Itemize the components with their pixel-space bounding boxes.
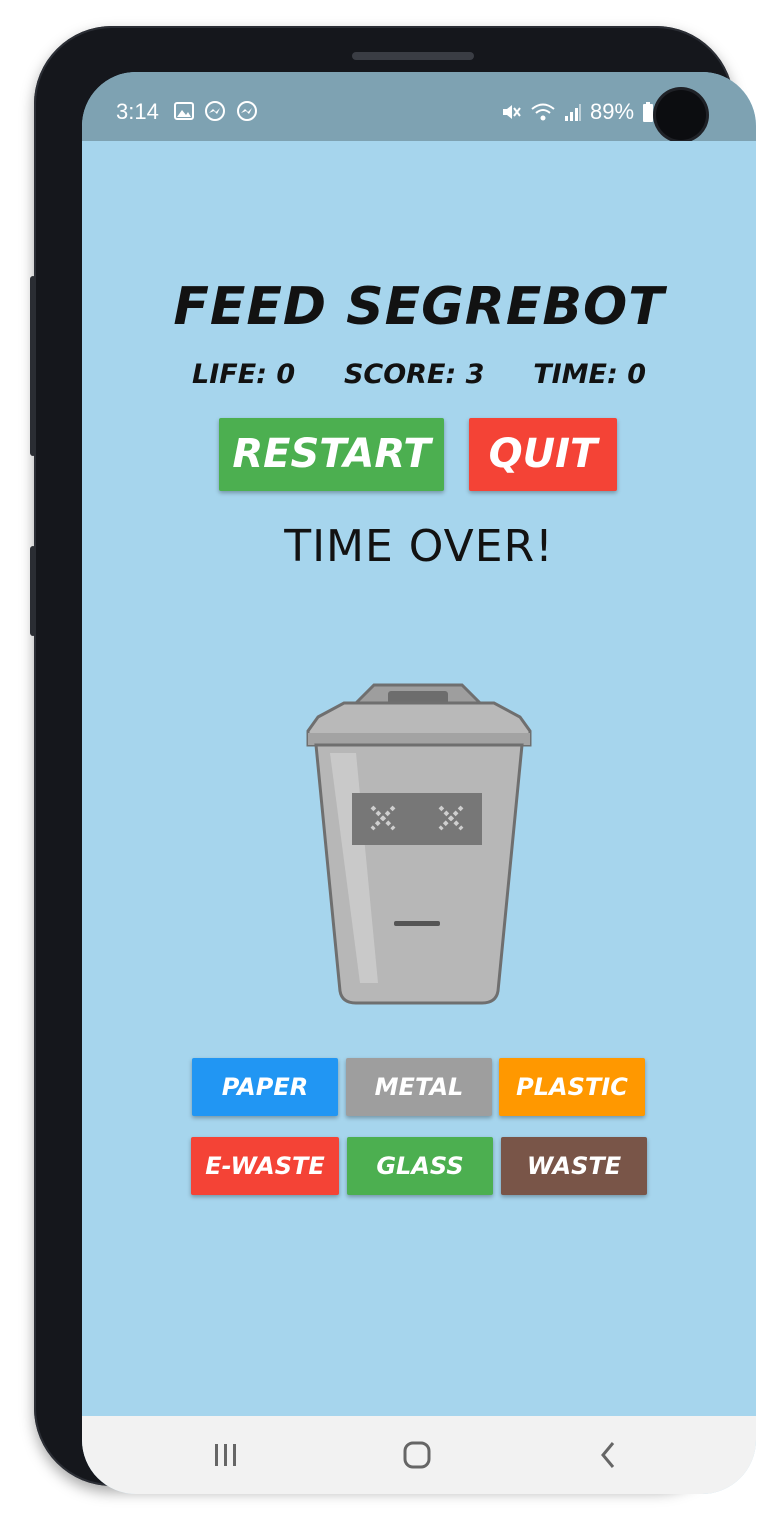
game-area: FEED SEGREBOT LIFE: 0 SCORE: 3 TIME: 0 R… [82,141,756,1416]
earpiece-speaker [352,52,474,60]
signal-icon [565,104,581,121]
stats-bar: LIFE: 0 SCORE: 3 TIME: 0 [192,359,646,390]
score-counter: SCORE: 3 [343,359,485,390]
quit-button[interactable]: QUIT [469,418,617,491]
segrebot-bin-icon [306,683,532,1005]
category-label-glass: GLASS [376,1152,464,1180]
phone-frame: 3:14 89% FEED SEGREBOT LIFE: 0 SCORE: 3 … [30,26,756,1494]
time-over-message: TIME OVER! [284,521,554,572]
bixby-button [30,546,36,636]
system-status: 89% [500,99,654,125]
category-label-metal: METAL [374,1073,464,1101]
screen: 3:14 89% FEED SEGREBOT LIFE: 0 SCORE: 3 … [82,72,756,1494]
status-time: 3:14 [116,99,159,124]
category-label-paper: PAPER [221,1073,309,1101]
category-button-paper[interactable]: PAPER [192,1058,338,1116]
game-title: FEED SEGREBOT [173,277,665,337]
image-icon [174,102,194,120]
home-icon[interactable] [387,1416,447,1494]
category-button-plastic[interactable]: PLASTIC [499,1058,645,1116]
status-bar: 3:14 89% [82,72,756,141]
restart-button[interactable]: RESTART [219,418,444,491]
wifi-icon [531,103,555,121]
category-button-glass[interactable]: GLASS [347,1137,493,1195]
messenger-icon [205,101,225,121]
battery-percent: 89% [590,99,635,124]
notification-icons [174,101,258,123]
category-button-e-waste[interactable]: E-WASTE [191,1137,339,1195]
battery-icon [643,102,654,122]
front-camera [656,90,706,140]
category-label-waste: WASTE [526,1152,622,1180]
volume-button [30,276,36,456]
category-label-plastic: PLASTIC [516,1073,628,1101]
messenger-icon [237,101,257,121]
back-icon[interactable] [578,1416,638,1494]
category-button-waste[interactable]: WASTE [501,1137,647,1195]
category-label-e-waste: E-WASTE [205,1152,325,1180]
category-button-metal[interactable]: METAL [346,1058,492,1116]
life-counter: LIFE: 0 [192,359,296,390]
time-counter: TIME: 0 [533,359,646,390]
mute-icon [503,105,521,119]
recent-apps-icon[interactable] [196,1416,256,1494]
navigation-bar [82,1416,756,1494]
